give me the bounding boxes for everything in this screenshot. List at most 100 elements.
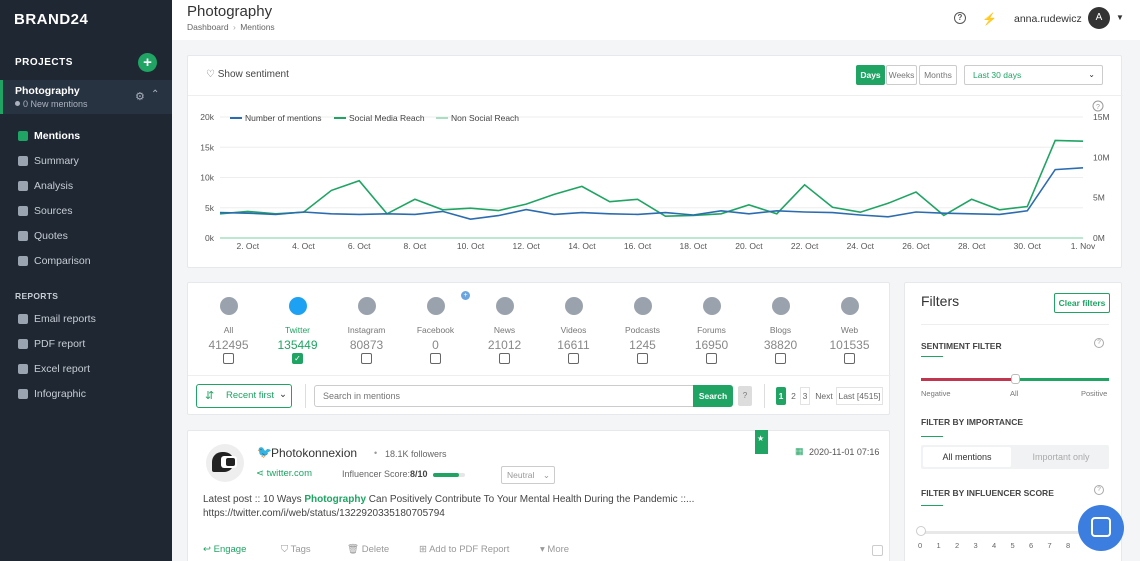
- influencer-ticks: 0 1 2 3 4 5 6 7 8: [918, 541, 1088, 553]
- nav-item-pdf-report[interactable]: PDF report: [0, 334, 172, 356]
- mention-domain[interactable]: ⋖ twitter.com: [256, 468, 312, 479]
- sort-select[interactable]: ⇵ Recent first ⌄: [196, 384, 292, 408]
- page-1[interactable]: 1: [776, 387, 786, 405]
- nav-item-analysis[interactable]: Analysis: [0, 176, 172, 198]
- help-icon[interactable]: ?: [954, 12, 966, 24]
- source-checkbox[interactable]: [568, 353, 579, 364]
- source-news[interactable]: News 21012: [470, 283, 539, 373]
- page-3[interactable]: 3: [800, 387, 810, 405]
- influencer-tick-label: 5: [1010, 541, 1015, 550]
- author-name[interactable]: Photokonnexion: [271, 446, 357, 460]
- source-checkbox[interactable]: [361, 353, 372, 364]
- nav-item-excel-report[interactable]: Excel report: [0, 359, 172, 381]
- source-label: Forums: [697, 325, 726, 335]
- username[interactable]: anna.rudewicz: [1014, 13, 1082, 25]
- tab-weeks[interactable]: Weeks: [886, 65, 917, 85]
- sentiment-select[interactable]: Neutral ⌄: [501, 466, 555, 484]
- source-count: 80873: [349, 338, 384, 352]
- source-instagram[interactable]: Instagram 80873: [332, 283, 401, 373]
- source-checkbox[interactable]: [499, 353, 510, 364]
- breadcrumb-dashboard[interactable]: Dashboard: [187, 22, 229, 32]
- legend-label: Non Social Reach: [451, 113, 519, 123]
- source-count: 0: [432, 338, 439, 352]
- source-checkbox[interactable]: [844, 353, 855, 364]
- source-label: Podcasts: [625, 325, 660, 335]
- source-checkbox[interactable]: [223, 353, 234, 364]
- source-podcasts[interactable]: Podcasts 1245: [608, 283, 677, 373]
- add-project-button[interactable]: +: [138, 53, 157, 72]
- source-label: Instagram: [347, 325, 386, 335]
- chevron-down-icon: ⌄: [1088, 70, 1095, 79]
- date-range-select[interactable]: Last 30 days ⌄: [964, 65, 1103, 85]
- chat-widget-button[interactable]: [1078, 505, 1124, 551]
- sentiment-slider-handle[interactable]: [1011, 374, 1020, 384]
- nav-item-sources[interactable]: Sources: [0, 201, 172, 223]
- sentiment-label-positive: Positive: [1081, 389, 1108, 398]
- x-tick-label: 24. Oct: [847, 241, 875, 251]
- source-videos[interactable]: Videos 16611: [539, 283, 608, 373]
- source-filter-row: All 412495 Twitter 135449 ✓ Instagram 80873 Fac…: [194, 283, 884, 378]
- nav-item-infographic[interactable]: Infographic: [0, 384, 172, 406]
- more-button[interactable]: ▾ More: [540, 544, 569, 555]
- nav-item-email-reports[interactable]: Email reports: [0, 309, 172, 331]
- breadcrumb: Dashboard › Mentions: [187, 22, 275, 32]
- importance-important-only[interactable]: Important only: [1015, 447, 1107, 467]
- twitter-icon: 🐦: [257, 445, 272, 459]
- search-button[interactable]: Search: [693, 385, 733, 407]
- help-icon[interactable]: ?: [1094, 485, 1104, 495]
- current-project[interactable]: Photography 0 New mentions ⚙ ⌃: [0, 80, 172, 114]
- source-checkbox[interactable]: [775, 353, 786, 364]
- nav-item-comparison[interactable]: Comparison: [0, 251, 172, 273]
- nav-label: Sources: [34, 205, 73, 217]
- source-facebook[interactable]: Facebook 0: [401, 283, 470, 373]
- help-icon[interactable]: ?: [1094, 338, 1104, 348]
- plug-icon[interactable]: ⚡: [982, 12, 997, 26]
- search-input[interactable]: [314, 385, 694, 407]
- source-checkbox[interactable]: [637, 353, 648, 364]
- source-checkbox[interactable]: [430, 353, 441, 364]
- brand-logo[interactable]: BRAND24: [14, 11, 88, 28]
- nav-label: Excel report: [34, 363, 91, 375]
- tags-button[interactable]: ⛉ Tags: [281, 544, 311, 555]
- source-checkbox[interactable]: ✓: [292, 353, 303, 364]
- engage-button[interactable]: ↩ Engage: [203, 544, 246, 555]
- gear-icon[interactable]: ⚙: [135, 90, 145, 103]
- plus-badge-icon[interactable]: +: [461, 291, 470, 300]
- show-sentiment-toggle[interactable]: ♡ Show sentiment: [206, 69, 289, 80]
- clear-filters-button[interactable]: Clear filters: [1054, 293, 1110, 313]
- page-2[interactable]: 2: [789, 387, 798, 405]
- source-twitter[interactable]: Twitter 135449 ✓: [263, 283, 332, 373]
- nav-item-mentions[interactable]: Mentions: [0, 126, 172, 148]
- delete-button[interactable]: 🗑 Delete: [347, 544, 389, 555]
- mention-text: Latest post :: 10 Ways Photography Can P…: [203, 492, 873, 508]
- influencer-score-bar: [433, 473, 465, 477]
- search-help-button[interactable]: ?: [738, 386, 752, 406]
- author-avatar[interactable]: [206, 444, 244, 482]
- mention-link[interactable]: https://twitter.com/i/web/status/1322920…: [203, 508, 445, 519]
- source-forums[interactable]: Forums 16950: [677, 283, 746, 373]
- chevron-up-icon[interactable]: ⌃: [151, 89, 159, 100]
- source-web[interactable]: Web 101535: [815, 283, 884, 373]
- page-last[interactable]: Last [4515]: [836, 387, 883, 405]
- tab-days[interactable]: Days: [856, 65, 885, 85]
- source-blogs[interactable]: Blogs 38820: [746, 283, 815, 373]
- source-all[interactable]: All 412495: [194, 283, 263, 373]
- bookmark-ribbon[interactable]: ★: [755, 430, 768, 454]
- chevron-down-icon: ⌄: [542, 470, 550, 480]
- chat-icon: [18, 131, 28, 141]
- sort-icon: ⇵: [205, 390, 215, 402]
- nav-item-summary[interactable]: Summary: [0, 151, 172, 173]
- caret-down-icon[interactable]: ▼: [1116, 13, 1124, 22]
- influencer-slider-handle[interactable]: [916, 526, 926, 536]
- tab-months[interactable]: Months: [919, 65, 957, 85]
- filters-title: Filters: [921, 293, 960, 309]
- select-mention-checkbox[interactable]: [872, 545, 883, 556]
- page-next[interactable]: Next: [812, 387, 836, 405]
- avatar[interactable]: A: [1088, 7, 1110, 29]
- mention-text-part: Latest post :: 10 Ways: [203, 494, 305, 505]
- add-to-pdf-button[interactable]: ⊞ Add to PDF Report: [419, 544, 509, 555]
- nav-label: Infographic: [34, 388, 86, 400]
- source-checkbox[interactable]: [706, 353, 717, 364]
- importance-all-mentions[interactable]: All mentions: [923, 447, 1011, 467]
- nav-item-quotes[interactable]: Quotes: [0, 226, 172, 248]
